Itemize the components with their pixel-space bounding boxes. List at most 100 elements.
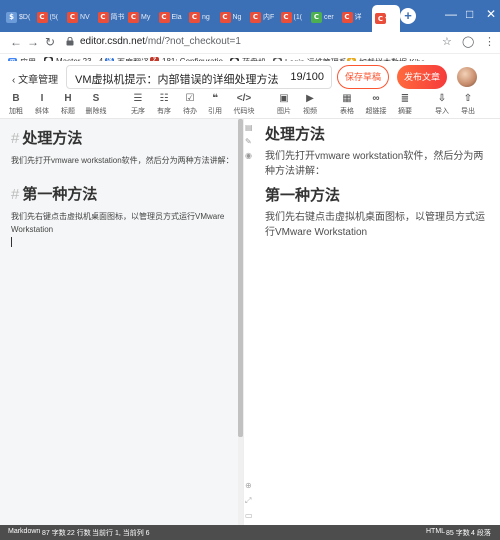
forward-arrow-icon[interactable]: → — [27, 35, 39, 49]
editor-mode: Markdown — [8, 528, 41, 535]
tab-favicon-icon: C — [67, 11, 78, 23]
preview-pane: 处理方法 我们先打开vmware workstation软件，然后分为两种方法讲… — [257, 119, 500, 525]
avatar[interactable] — [457, 67, 477, 87]
toolbar-label: 导入 — [435, 108, 449, 115]
back-to-articles-link[interactable]: ‹ 文章管理 — [12, 71, 58, 86]
tab-title: My — [141, 13, 151, 21]
help-icon[interactable]: ⊕ — [245, 481, 252, 490]
fullscreen-icon[interactable]: ⤢ — [245, 496, 251, 506]
link-icon: ∞ — [372, 93, 380, 104]
article-title: VM虚拟机提示：内部错误的详细处理方法 — [75, 74, 279, 86]
heading-hash: # — [11, 130, 20, 147]
save-draft-button[interactable]: 保存草稿 — [337, 65, 389, 89]
preview-mode: HTML — [426, 528, 446, 535]
toolbar-label: 摘要 — [398, 108, 412, 115]
star-bookmark-icon[interactable]: ☆ — [442, 35, 452, 48]
browser-tab[interactable]: C 简书 — [97, 8, 126, 26]
quote-icon: ❝ — [212, 93, 218, 104]
browser-tab[interactable]: C NV — [67, 8, 95, 26]
toolbar-label: 导出 — [461, 108, 475, 115]
toolbar-button-strikethrough[interactable]: S 删除线 — [84, 92, 108, 116]
url-field[interactable]: editor.csdn.net/md/?not_checkout=1 — [80, 36, 241, 47]
toolbar-button-todo[interactable]: ☑ 待办 — [178, 92, 202, 116]
minimize-icon[interactable]: — — [445, 7, 457, 21]
tab-favicon-icon: C — [250, 11, 261, 23]
md-paragraph-2: 我们先右键点击虚拟机桌面图标，以管理员方式运行VMware Workstatio… — [11, 212, 225, 234]
publish-button[interactable]: 发布文章 — [397, 65, 447, 89]
title-char-count: 19/100 — [290, 71, 324, 83]
toolbar-button-import[interactable]: ⇩ 导入 — [430, 92, 454, 116]
tab-title: ng — [202, 13, 210, 21]
back-arrow-icon[interactable]: ← — [10, 35, 22, 49]
tab-favicon-icon: C — [97, 11, 109, 23]
toolbar-label: 斜体 — [35, 108, 49, 115]
browser-tab[interactable]: Cng — [189, 8, 217, 26]
browser-tab[interactable]: C My — [128, 8, 156, 26]
browser-tab[interactable]: $ $D( — [6, 8, 34, 26]
text-caret — [11, 237, 12, 247]
toolbar-button-bold[interactable]: B 加粗 — [4, 92, 28, 116]
tab-favicon-icon: $ — [6, 11, 17, 23]
preview-paragraph-2: 我们先右键点击虚拟机桌面图标，以管理员方式运行VMware Workstatio… — [265, 212, 485, 238]
toolbar-button-summary[interactable]: ≣ 摘要 — [393, 92, 417, 116]
md-heading-2: # 第一种方法 — [11, 183, 97, 204]
maximize-icon[interactable]: □ — [466, 7, 473, 21]
keyboard-icon[interactable]: ▭ — [245, 511, 253, 520]
tab-title: Ng — [232, 13, 242, 21]
toolbar-button-link[interactable]: ∞ 超链接 — [364, 92, 388, 116]
tab-title: 详 — [354, 14, 362, 21]
toolbar-button-unordered-list[interactable]: ☰ 无序 — [126, 92, 150, 116]
menu-dots-icon[interactable]: ⋮ — [484, 35, 495, 48]
word-count: 87 字数 — [42, 530, 66, 537]
directory-icon[interactable]: ▤ — [245, 123, 253, 132]
toolbar-button-heading[interactable]: H 标题 — [56, 92, 80, 116]
toolbar-button-video[interactable]: ▶ 视频 — [298, 92, 322, 116]
markdown-editor[interactable]: # 处理方法 我们先打开vmware workstation软件，然后分为两种方法… — [0, 119, 243, 525]
toolbar-button-image[interactable]: ▣ 图片 — [272, 92, 296, 116]
browser-tab[interactable]: C详 — [341, 8, 370, 26]
cursor-position: 当前行 1, 当前列 6 — [92, 530, 150, 537]
new-tab-button[interactable]: + — [400, 8, 416, 24]
tab-favicon-icon: C — [36, 11, 48, 23]
toolbar-label: 引用 — [208, 108, 222, 115]
article-title-input[interactable]: VM虚拟机提示：内部错误的详细处理方法 19/100 — [66, 65, 332, 89]
toolbar-button-code-block[interactable]: </> 代码块 — [232, 92, 256, 116]
toolbar-button-quote[interactable]: ❝ 引用 — [203, 92, 227, 116]
toolbar-button-table[interactable]: ▦ 表格 — [335, 92, 359, 116]
formatting-toolbar: B 加粗 I 斜体 H 标题 S 删除线 ☰ 无序 ☷ 有序 ☑ 待办 ❝ 引用 </> 代码块 ▣ 图片 ▶ 视频 ▦ 表格… — [0, 91, 500, 119]
browser-tab[interactable]: C 内F — [250, 8, 278, 26]
browser-tab[interactable]: Ccer — [311, 8, 339, 26]
url-path: /md/?not_checkout=1 — [145, 36, 241, 47]
lock-icon[interactable] — [66, 37, 74, 46]
browser-tab[interactable]: C Ng — [219, 8, 248, 26]
tab-title: (1( — [293, 13, 303, 21]
tab-title: 简书 — [110, 14, 125, 21]
toolbar-label: 待办 — [183, 108, 197, 115]
toolbar-button-ordered-list[interactable]: ☷ 有序 — [152, 92, 176, 116]
bold-icon: B — [12, 93, 20, 104]
toolbar-label: 代码块 — [233, 108, 255, 115]
profile-icon[interactable]: ◯ — [462, 35, 474, 48]
tab-favicon-icon: C — [189, 11, 200, 23]
tab-title: $D( — [19, 13, 31, 21]
browser-tab[interactable]: C Ela — [158, 8, 187, 26]
todo-icon: ☑ — [185, 93, 195, 104]
preview-heading-2: 第一种方法 — [265, 187, 341, 204]
toolbar-button-italic[interactable]: I 斜体 — [30, 92, 54, 116]
close-window-icon[interactable]: ✕ — [486, 7, 496, 21]
toolbar-button-export[interactable]: ⇧ 导出 — [456, 92, 480, 116]
close-tab-icon[interactable]: ✕ — [384, 11, 392, 22]
browser-tab[interactable]: C (5( — [36, 8, 65, 26]
browser-tab[interactable]: C (1( — [280, 8, 309, 26]
browser-tab-bar: $ $D(C (5(C NV C 简书 C My C Ela Cng C Ng C 内F C (1(Ccer C 详… — [0, 0, 500, 32]
edit-icon[interactable]: ✎ — [245, 137, 252, 146]
tab-title: 内F — [263, 14, 275, 21]
tab-favicon-icon: C — [158, 11, 170, 23]
toolbar-label: 有序 — [157, 108, 171, 115]
md-heading-2-text: 第一种方法 — [22, 186, 98, 203]
preview-eye-icon[interactable]: ◉ — [245, 151, 252, 160]
heading-icon: H — [64, 93, 72, 104]
table-icon: ▦ — [342, 93, 352, 104]
reload-icon[interactable]: ↻ — [45, 35, 55, 49]
preview-word-count: 85 字数 — [446, 530, 470, 537]
